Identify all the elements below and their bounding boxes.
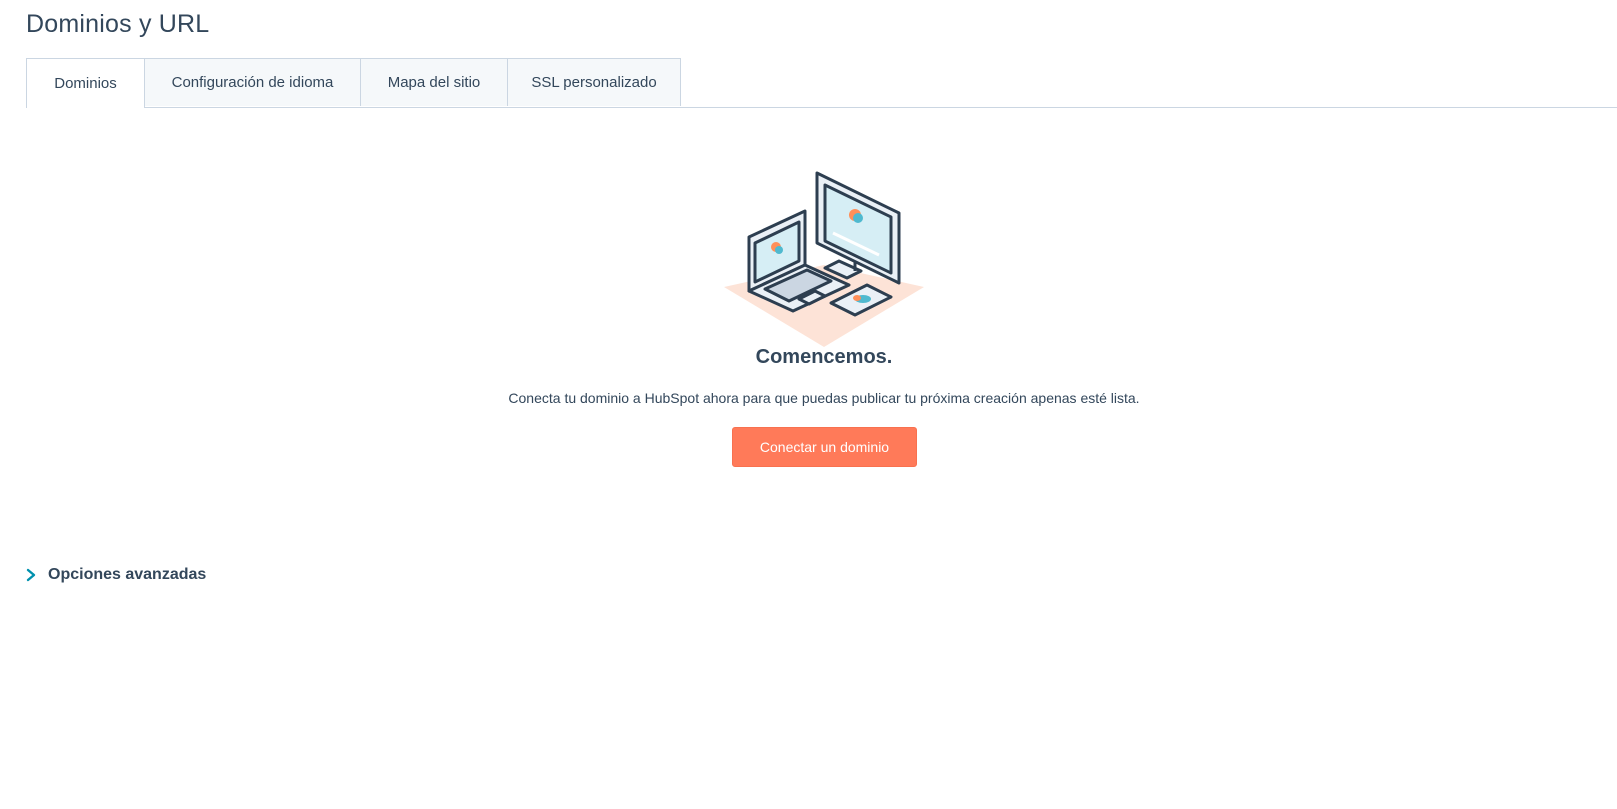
tab-bar: Dominios Configuración de idioma Mapa de… [26,58,1617,108]
chevron-right-icon [26,568,36,582]
tab-dominios[interactable]: Dominios [26,58,145,108]
tab-configuracion-idioma[interactable]: Configuración de idioma [145,58,361,106]
devices-illustration-icon [724,171,924,347]
tab-ssl-personalizado[interactable]: SSL personalizado [508,58,681,106]
advanced-options-label: Opciones avanzadas [48,566,207,583]
tab-mapa-sitio[interactable]: Mapa del sitio [361,58,508,106]
empty-state: Comencemos. Conecta tu dominio a HubSpot… [0,165,1617,467]
page-title: Dominios y URL [26,10,210,38]
empty-state-title: Comencemos. [755,346,893,368]
advanced-options-toggle[interactable]: Opciones avanzadas [24,566,206,584]
empty-state-description: Conecta tu dominio a HubSpot ahora para … [508,390,1140,406]
connect-domain-button[interactable]: Conectar un dominio [732,427,917,467]
